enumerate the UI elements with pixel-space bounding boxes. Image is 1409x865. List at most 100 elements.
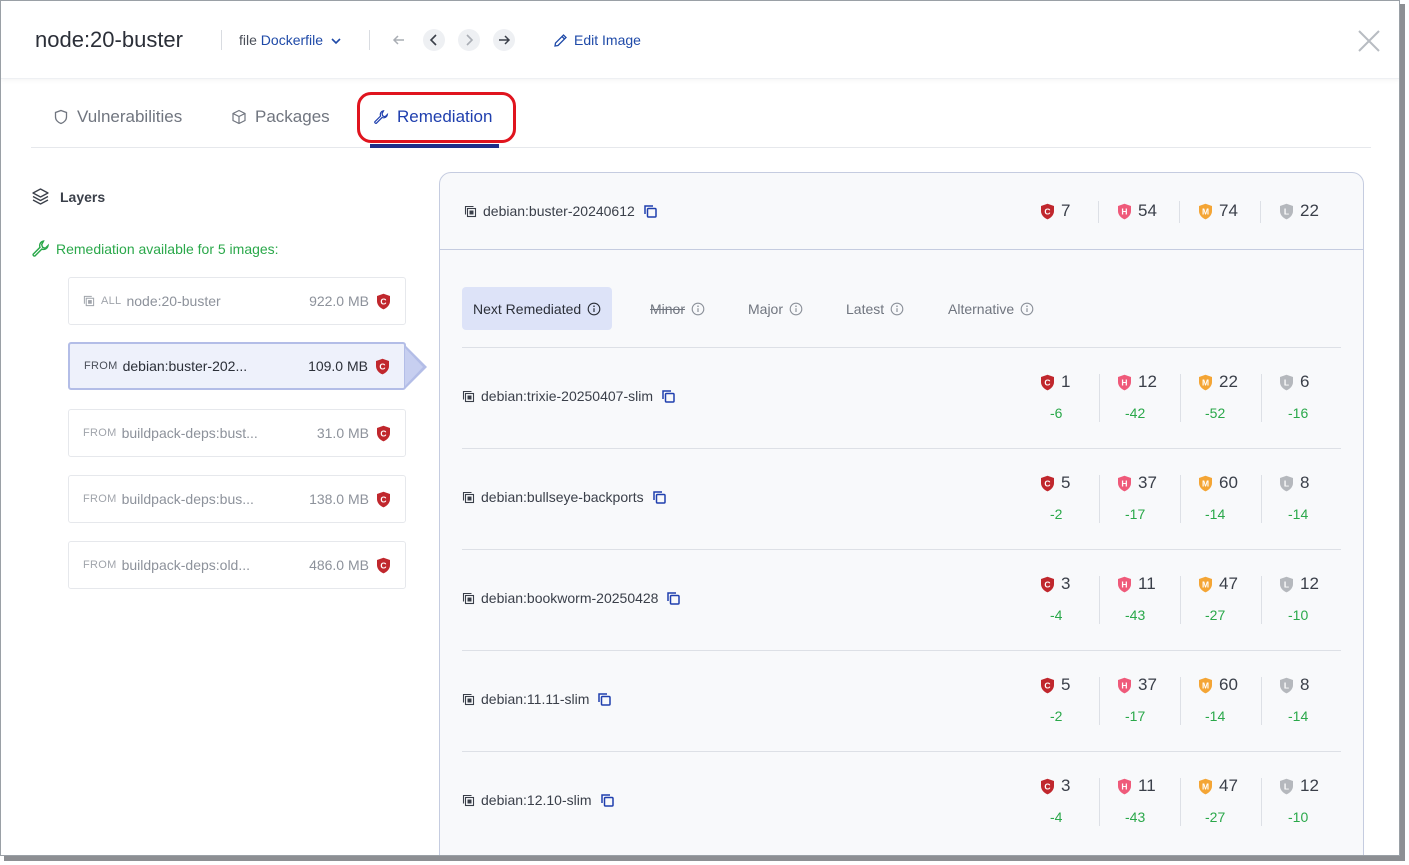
next-button[interactable]: [458, 29, 480, 51]
high-delta: -43: [1125, 607, 1146, 623]
subtab-next-remediated[interactable]: Next Remediated: [462, 287, 613, 330]
critical-count: C5: [1040, 473, 1070, 493]
layers-heading-label: Layers: [60, 188, 106, 205]
close-icon[interactable]: [1356, 28, 1382, 54]
low-count: L8: [1279, 473, 1309, 493]
file-selector[interactable]: file Dockerfile: [239, 32, 342, 48]
count-value: 8: [1300, 473, 1310, 492]
remediation-row[interactable]: debian:12.10-slim C 3 -4 H 11 -43 M 47 -27 L 12 -10: [462, 751, 1341, 852]
critical-severity-icon: C: [1041, 576, 1054, 592]
last-button[interactable]: [493, 29, 515, 51]
copy-icon[interactable]: [600, 793, 615, 808]
info-icon[interactable]: [789, 302, 803, 316]
medium-severity-icon: M: [1199, 374, 1212, 390]
count-value: 37: [1138, 473, 1157, 492]
critical-severity-icon: C: [377, 293, 390, 309]
low-severity-icon: L: [1280, 475, 1293, 491]
count-value: 54: [1138, 201, 1157, 220]
remediation-image-name: debian:bookworm-20250428: [462, 590, 681, 606]
info-icon[interactable]: [691, 302, 705, 316]
tab-vulnerabilities[interactable]: Vulnerabilities: [53, 107, 182, 127]
subtab-latest[interactable]: Latest: [846, 287, 904, 330]
severity-divider: [1180, 778, 1181, 826]
svg-text:M: M: [1202, 680, 1209, 690]
window-shadow: [4, 856, 1405, 861]
medium-delta: -14: [1205, 506, 1226, 522]
previous-button[interactable]: [423, 29, 445, 51]
layer-size: 31.0 MB: [316, 425, 369, 441]
layer-severity-badge: C: [376, 425, 391, 442]
layer-severity-badge: C: [376, 293, 391, 310]
critical-delta: -2: [1050, 708, 1063, 724]
layer-keyword: FROM: [83, 559, 117, 571]
image-icon: [462, 693, 475, 705]
tab-packages[interactable]: Packages: [231, 107, 330, 127]
critical-severity-icon: C: [377, 425, 390, 441]
remediation-note: Remediation available for 5 images:: [31, 239, 279, 258]
severity-divider: [1180, 374, 1181, 422]
svg-text:H: H: [1121, 377, 1127, 387]
high-severity-icon: H: [1118, 374, 1131, 390]
low-severity-icon: L: [1280, 203, 1293, 219]
info-icon[interactable]: [587, 302, 601, 316]
svg-text:M: M: [1202, 377, 1209, 387]
shield-icon: [54, 109, 68, 125]
remediation-row[interactable]: debian:bookworm-20250428 C 3 -4 H 11 -43 M 47 -27…: [462, 549, 1341, 650]
svg-text:H: H: [1121, 478, 1127, 488]
subtab-label: Minor: [650, 300, 686, 317]
critical-delta: -4: [1050, 809, 1063, 825]
arrow-right-icon: [499, 35, 511, 45]
image-label: debian:trixie-20250407-slim: [481, 388, 653, 404]
high-delta: -43: [1125, 809, 1146, 825]
svg-text:H: H: [1121, 206, 1127, 216]
copy-icon[interactable]: [652, 490, 667, 505]
edit-image-button[interactable]: Edit Image: [553, 32, 641, 48]
critical-severity-icon: C: [1041, 374, 1054, 390]
subtab-label: Latest: [846, 300, 885, 317]
copy-icon[interactable]: [661, 389, 676, 404]
layer-item[interactable]: FROM buildpack-deps:bus... 138.0 MB C: [68, 475, 406, 523]
medium-count: M 47: [1198, 776, 1238, 796]
remediation-row[interactable]: debian:trixie-20250407-slim C 1 -6 H 12 -42 M 22…: [462, 347, 1341, 448]
svg-text:L: L: [1284, 478, 1289, 488]
count-value: 1: [1061, 372, 1071, 391]
low-delta: -14: [1288, 708, 1309, 724]
layer-size: 138.0 MB: [309, 491, 369, 507]
subtab-minor[interactable]: Minor: [650, 287, 705, 330]
info-icon[interactable]: [1020, 302, 1034, 316]
svg-text:L: L: [1284, 680, 1289, 690]
critical-severity-icon: C: [1041, 677, 1054, 693]
low-count: L 12: [1279, 574, 1319, 594]
copy-icon[interactable]: [666, 591, 681, 606]
medium-delta: -27: [1205, 809, 1226, 825]
layer-item[interactable]: ALL node:20-buster 922.0 MB C: [68, 277, 406, 325]
severity-divider: [1261, 576, 1262, 624]
count-value: 60: [1219, 675, 1238, 694]
layer-item[interactable]: FROM buildpack-deps:bust... 31.0 MB C: [68, 409, 406, 457]
copy-icon[interactable]: [643, 204, 658, 219]
layer-item[interactable]: FROM buildpack-deps:old... 486.0 MB C: [68, 541, 406, 589]
high-count: H 54: [1117, 201, 1157, 221]
severity-divider: [1099, 475, 1100, 523]
image-icon: [464, 205, 477, 217]
info-icon[interactable]: [890, 302, 904, 316]
window-shadow: [1400, 4, 1405, 860]
first-button[interactable]: [388, 29, 410, 51]
svg-text:C: C: [1044, 781, 1050, 791]
remediation-row[interactable]: debian:11.11-slim C 5 -2 H 37 -17 M 60 -14 L 8 -14: [462, 650, 1341, 751]
layer-item[interactable]: FROM debian:buster-202... 109.0 MB C: [68, 342, 406, 390]
remediation-image-name: debian:11.11-slim: [462, 691, 612, 707]
low-count: L 12: [1279, 776, 1319, 796]
remediation-row[interactable]: debian:bullseye-backports C 5 -2 H 37 -17 M 60 -1…: [462, 448, 1341, 549]
medium-severity-icon: M: [1199, 778, 1212, 794]
svg-text:M: M: [1202, 781, 1209, 791]
medium-count: M 22: [1198, 372, 1238, 392]
copy-icon[interactable]: [597, 692, 612, 707]
subtab-major[interactable]: Major: [748, 287, 803, 330]
subtab-alternative[interactable]: Alternative: [948, 287, 1034, 330]
critical-severity-icon: C: [1041, 778, 1054, 794]
low-delta: -10: [1288, 607, 1309, 623]
image-icon: [462, 491, 475, 503]
layer-size: 109.0 MB: [308, 358, 368, 374]
remediation-image-name: debian:12.10-slim: [462, 792, 615, 808]
